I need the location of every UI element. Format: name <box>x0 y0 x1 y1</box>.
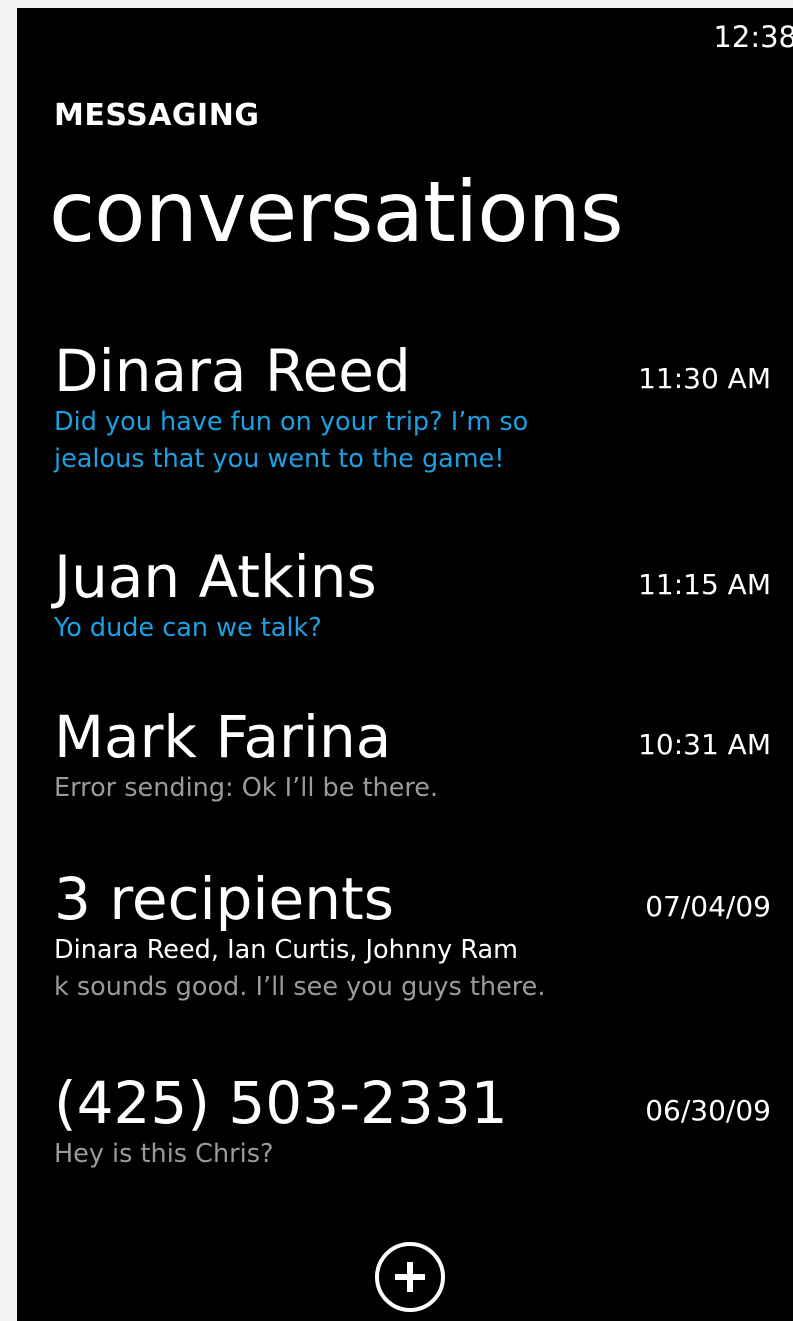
conversation-item-group[interactable]: 3 recipients 07/04/09 Dinara Reed, Ian C… <box>54 866 771 1006</box>
conversation-time: 10:31 AM <box>638 728 771 761</box>
conversation-item-mark-farina[interactable]: Mark Farina 10:31 AM Error sending: Ok I… <box>54 704 771 807</box>
conversation-preview: Did you have fun on your trip? I’m so <box>54 407 529 437</box>
app-title: MESSAGING <box>54 98 260 133</box>
conversation-preview: Yo dude can we talk? <box>54 613 322 643</box>
conversation-item-phone-number[interactable]: (425) 503-2331 06/30/09 Hey is this Chri… <box>54 1070 771 1173</box>
status-bar-time: 12:38 <box>713 20 793 54</box>
conversation-item-juan-atkins[interactable]: Juan Atkins 11:15 AM Yo dude can we talk… <box>54 544 771 647</box>
conversation-time: 11:15 AM <box>638 568 771 601</box>
conversation-preview: jealous that you went to the game! <box>54 444 505 474</box>
page-title: conversations <box>49 163 624 261</box>
conversation-time: 11:30 AM <box>638 362 771 395</box>
conversation-recipients: Dinara Reed, Ian Curtis, Johnny Ram <box>54 935 518 965</box>
new-message-button[interactable] <box>375 1242 445 1312</box>
conversation-time: 06/30/09 <box>645 1094 771 1127</box>
conversation-preview: k sounds good. I’ll see you guys there. <box>54 972 546 1002</box>
conversation-item-dinara-reed[interactable]: Dinara Reed 11:30 AM Did you have fun on… <box>54 338 771 478</box>
conversation-time: 07/04/09 <box>645 890 771 923</box>
conversation-preview: Error sending: Ok I’ll be there. <box>54 773 439 803</box>
phone-screen: 12:38 MESSAGING conversations Dinara Ree… <box>17 8 793 1321</box>
conversation-preview: Hey is this Chris? <box>54 1139 274 1169</box>
